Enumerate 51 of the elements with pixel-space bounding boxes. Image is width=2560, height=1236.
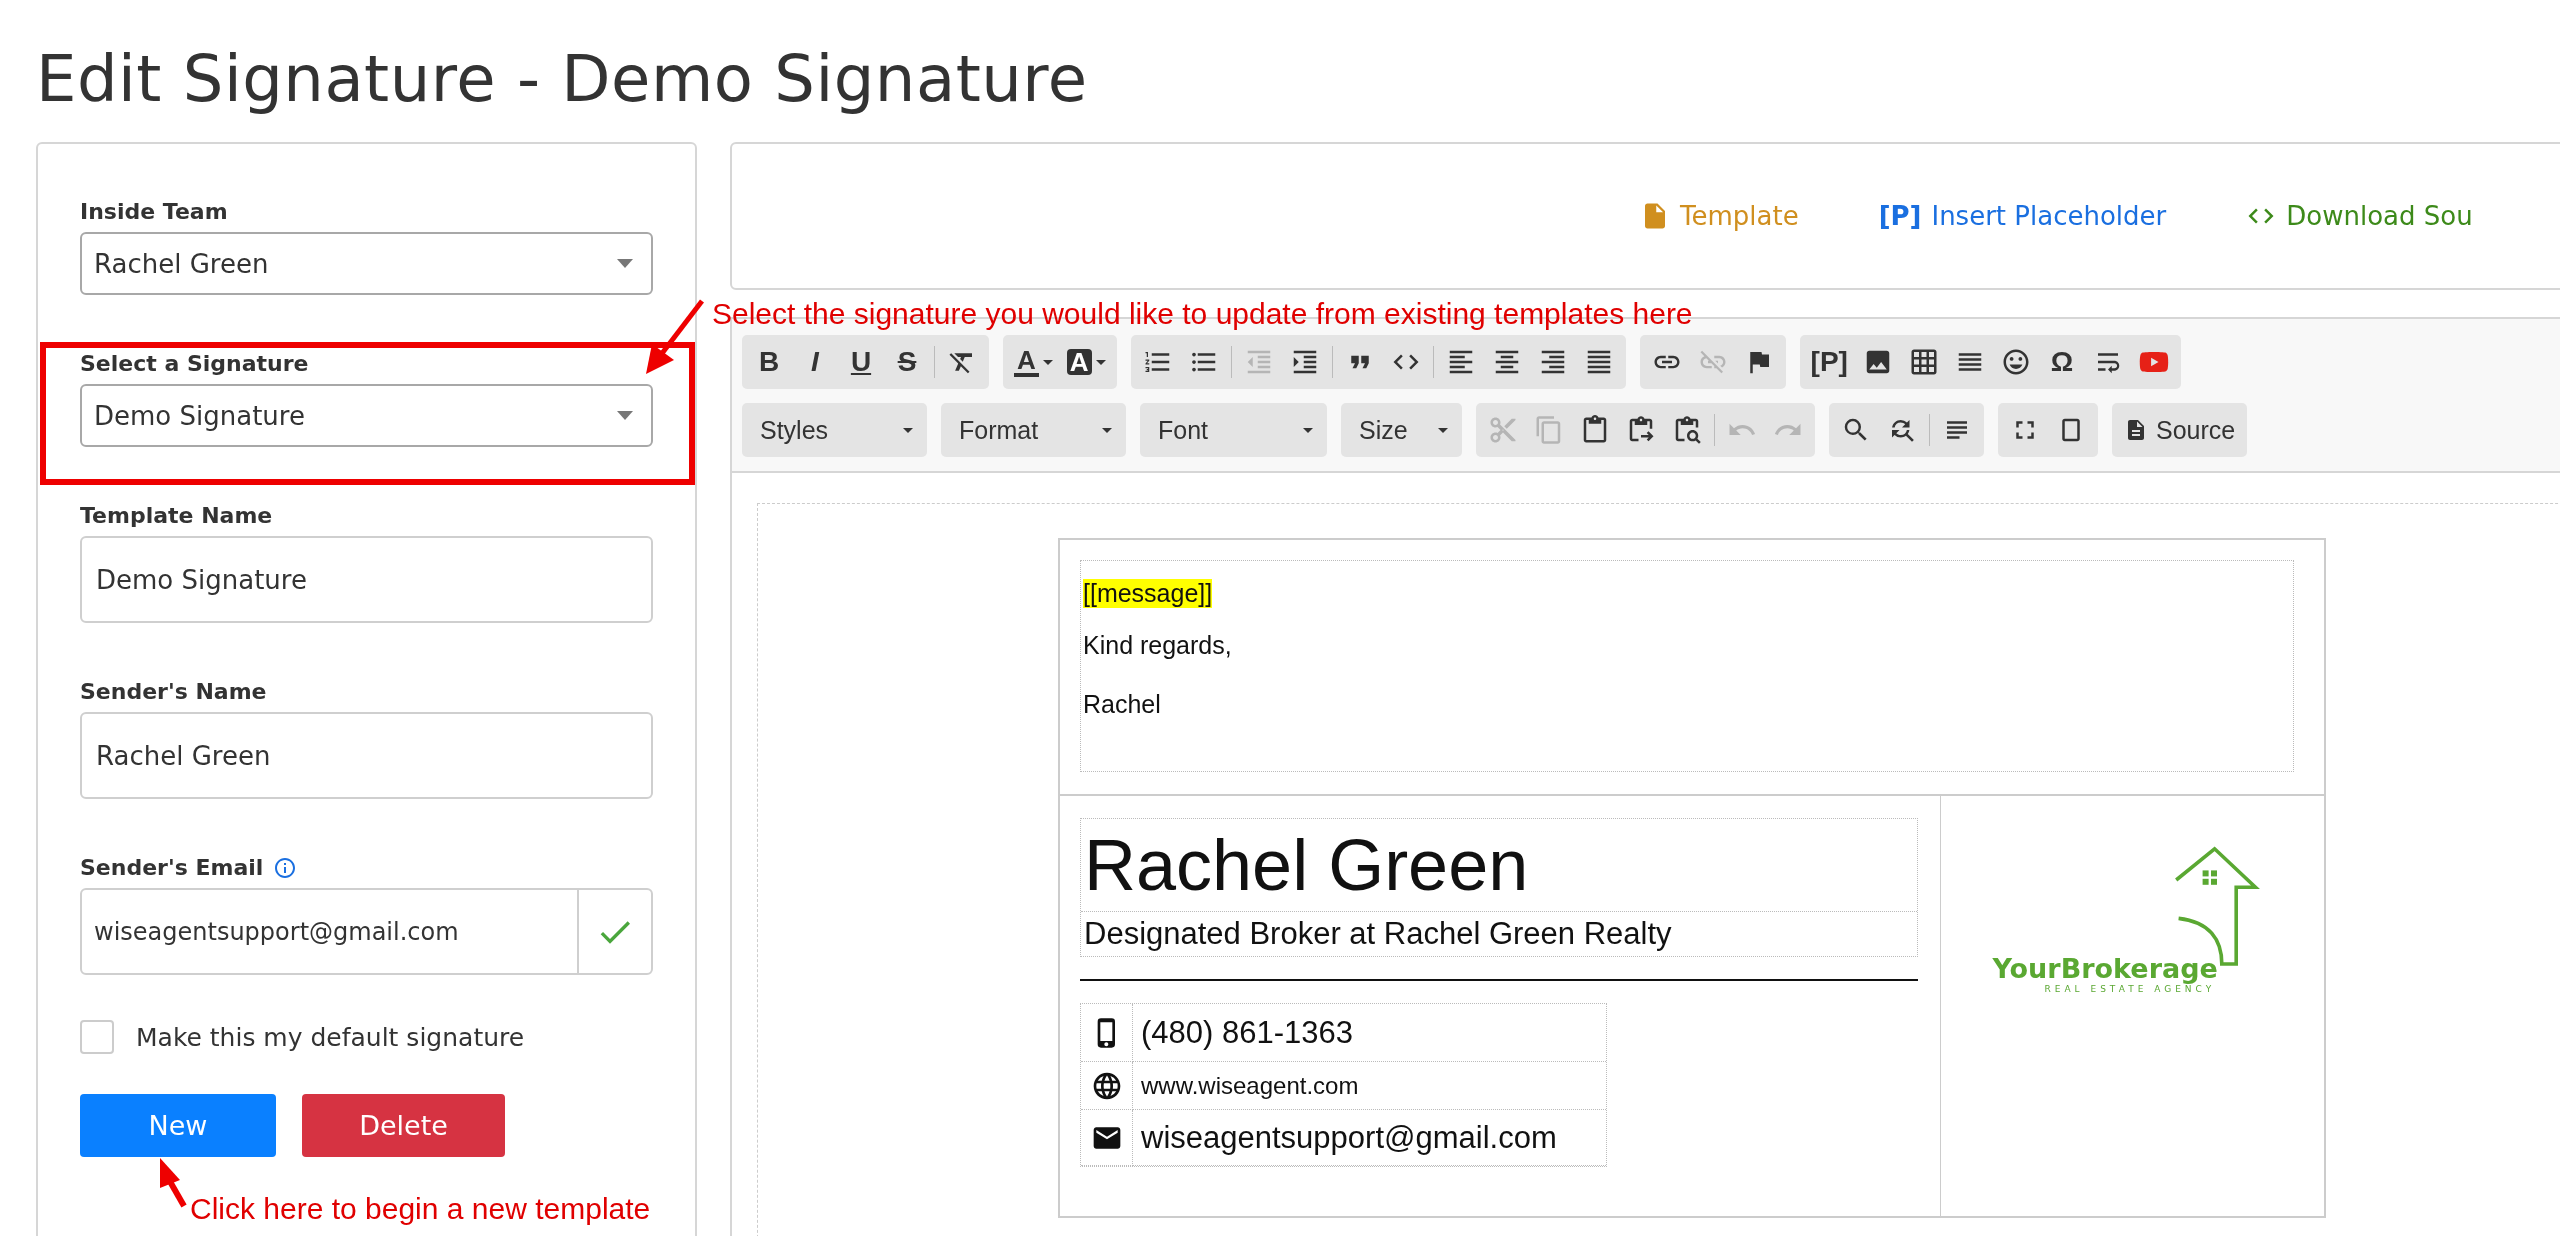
toolbar-button[interactable]: Ω	[2038, 340, 2085, 384]
message-line: Kind regards,	[1083, 630, 1232, 661]
caret-icon	[1303, 427, 1313, 433]
toolbar-dropdown[interactable]: Styles	[742, 403, 927, 457]
contact-text: (480) 861-1363	[1133, 1004, 1606, 1062]
contact-text: www.wiseagent.com	[1133, 1062, 1606, 1110]
caret-icon	[617, 259, 633, 268]
input-field[interactable]: Rachel Green	[80, 712, 653, 799]
header-link[interactable]: Download Sou	[2246, 201, 2473, 231]
caret-icon	[1042, 359, 1053, 365]
info-icon[interactable]	[273, 855, 298, 880]
italic-button[interactable]: I	[792, 340, 838, 384]
text-color-button[interactable]: A	[1007, 340, 1060, 384]
checkbox[interactable]	[80, 1020, 114, 1054]
contact-text: wiseagentsupport@gmail.com	[1133, 1110, 1606, 1166]
logo-tagline: REAL ESTATE AGENCY	[2044, 984, 2216, 994]
field-label: Sender's Email	[80, 855, 264, 880]
toolbar-dropdown[interactable]: Size	[1341, 403, 1462, 457]
header-link[interactable]: [P] Insert Placeholder	[1878, 201, 2167, 231]
page-title: Edit Signature - Demo Signature	[36, 42, 1089, 116]
input-field[interactable]: Demo Signature	[80, 536, 653, 623]
field-label: Sender's Name	[80, 679, 268, 704]
field-label: Inside Team	[80, 199, 229, 224]
toolbar-dropdown[interactable]: Format	[941, 403, 1126, 457]
bold-button[interactable]: B	[746, 340, 792, 384]
checkbox-label: Make this my default signature	[136, 1022, 525, 1052]
select-field[interactable]: Rachel Green	[80, 232, 653, 295]
caret-icon	[1438, 427, 1448, 433]
email-field[interactable]: wiseagentsupport@gmail.com	[80, 888, 653, 975]
toolbar-dropdown[interactable]: Font	[1140, 403, 1327, 457]
signature-title: Designated Broker at Rachel Green Realty	[1083, 915, 1673, 953]
merge-tag: [[message]]	[1083, 579, 1213, 608]
caret-icon	[1095, 359, 1106, 365]
caret-icon	[903, 427, 913, 433]
background-color-button[interactable]: A	[1059, 340, 1113, 384]
caret-icon	[617, 411, 633, 420]
logo-wordmark: YourBrokerage	[1992, 953, 2218, 984]
message-line: Rachel	[1083, 688, 1161, 720]
underline-button[interactable]: U	[838, 340, 884, 384]
callout-text: Click here to begin a new template	[190, 1192, 651, 1226]
field-label: Template Name	[80, 503, 274, 528]
toolbar-button[interactable]: [P]	[1803, 340, 1855, 384]
strike-button[interactable]: S	[884, 340, 930, 384]
callout-text: Select the signature you would like to update from existing templates here	[712, 297, 1693, 331]
select-field[interactable]: Demo Signature	[80, 384, 653, 447]
caret-icon	[1102, 427, 1112, 433]
new-button[interactable]: New	[80, 1094, 276, 1157]
delete-button[interactable]: Delete	[302, 1094, 505, 1157]
field-label: Select a Signature	[80, 351, 310, 376]
signature-name: Rachel Green	[1081, 819, 1917, 912]
cut-icon	[1488, 415, 1518, 445]
